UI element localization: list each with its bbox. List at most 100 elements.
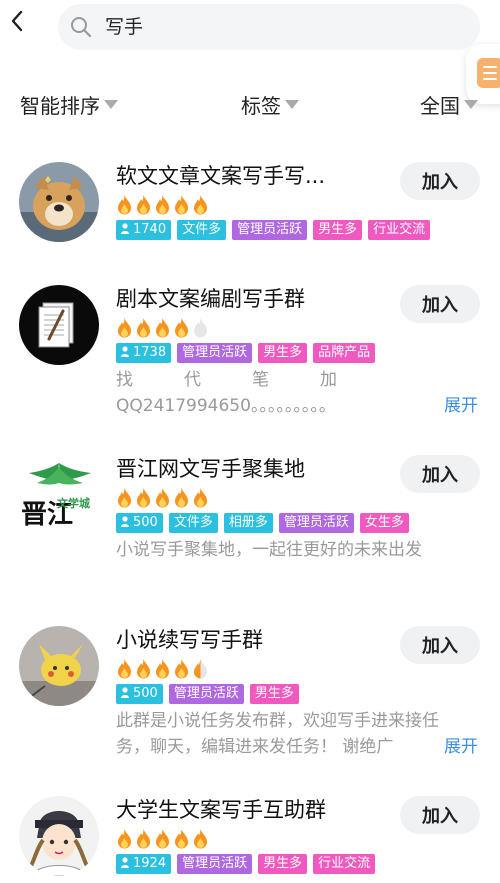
tag-member-count: 1740 (116, 220, 172, 240)
filter-region-label: 全国 (420, 93, 460, 118)
activity-rating (116, 828, 209, 850)
flame-icon-empty (194, 318, 207, 338)
expand-link[interactable]: 展开 (444, 392, 478, 420)
group-description: 此群是小说任务发布群，欢迎写手进来接任 (116, 711, 439, 731)
dropdown-triangle-icon (104, 99, 118, 109)
person-icon (121, 346, 129, 357)
top-bar: 写手 (0, 0, 500, 104)
flame-icon (118, 488, 131, 508)
flame-icon (156, 488, 169, 508)
group-title: 晋江网文写手聚集地 (116, 457, 305, 481)
group-description: 小说写手聚集地，一起往更好的未来出发 (116, 540, 422, 560)
tag-member-count: 500 (116, 684, 163, 704)
flame-icon (137, 195, 150, 215)
flame-icon (175, 318, 188, 338)
search-query: 写手 (105, 16, 144, 38)
tag: 行业交流 (313, 854, 376, 874)
group-avatar (19, 796, 99, 876)
tag-list: 1924 管理员活跃 男生多 行业交流 (116, 854, 376, 874)
person-icon (121, 687, 129, 698)
group-description: 务，聊天，编辑进来发任务！ 谢绝广 (116, 737, 394, 757)
flame-icon (194, 195, 207, 215)
group-title: 剧本文案编剧写手群 (116, 287, 305, 311)
flame-icon (175, 829, 188, 849)
join-button[interactable]: 加入 (400, 796, 480, 834)
chevron-left-icon (11, 10, 23, 32)
tag: 管理员活跃 (232, 220, 308, 240)
join-button[interactable]: 加入 (400, 455, 480, 493)
flame-icon (156, 318, 169, 338)
flame-icon (156, 659, 169, 679)
group-title: 软文文章文案写手写... (116, 164, 326, 188)
flame-icon (118, 195, 131, 215)
flame-icon (118, 659, 131, 679)
tag: 管理员活跃 (168, 684, 244, 704)
person-icon (121, 857, 129, 868)
tag: 男生多 (313, 220, 363, 240)
person-icon (121, 223, 129, 234)
tag-member-count: 500 (116, 513, 163, 533)
filter-sort[interactable]: 智能排序 (20, 86, 118, 122)
join-button[interactable]: 加入 (400, 626, 480, 664)
tag: 行业交流 (368, 220, 431, 240)
activity-rating (116, 487, 209, 509)
filter-tags[interactable]: 标签 (241, 86, 299, 122)
group-description: QQ2417994650。。。。。。。。。 (116, 396, 336, 416)
flame-icon (156, 195, 169, 215)
flame-icon (194, 488, 207, 508)
tag: 男生多 (258, 854, 308, 874)
flame-icon (137, 318, 150, 338)
flame-icon (137, 829, 150, 849)
tag-text: 1740 (133, 222, 167, 237)
tag-text: 500 (133, 686, 158, 701)
tag-text: 1738 (133, 345, 167, 360)
dropdown-triangle-icon (464, 99, 478, 109)
tag: 管理员活跃 (177, 854, 253, 874)
filter-tags-label: 标签 (241, 93, 281, 118)
group-avatar (19, 162, 99, 242)
flame-icon-half (194, 659, 207, 679)
expand-link[interactable]: 展开 (444, 733, 478, 761)
tag-text: 1924 (133, 856, 167, 871)
tag: 品牌产品 (313, 343, 376, 363)
join-button[interactable]: 加入 (400, 162, 480, 200)
tag-member-count: 1738 (116, 343, 172, 363)
group-avatar: 晋江 文学城 (19, 455, 99, 535)
tag: 女生多 (359, 513, 409, 533)
tag-member-count: 1924 (116, 854, 172, 874)
group-description: 找 代 笔 加 (116, 370, 337, 390)
search-icon (71, 17, 92, 38)
group-title: 大学生文案写手互助群 (116, 798, 326, 822)
flame-icon (175, 195, 188, 215)
activity-rating (116, 194, 209, 216)
tag-list: 1738 管理员活跃 男生多 品牌产品 (116, 343, 376, 363)
tag-text: 500 (133, 515, 158, 530)
tag-list: 500 管理员活跃 男生多 (116, 684, 299, 704)
activity-rating (116, 317, 209, 339)
tag-list: 500 文件多 相册多 管理员活跃 女生多 (116, 513, 409, 533)
person-icon (121, 516, 129, 527)
activity-rating (116, 658, 209, 680)
flame-icon (194, 829, 207, 849)
tag-list: 1740 文件多 管理员活跃 男生多 行业交流 (116, 220, 431, 240)
flame-icon (175, 659, 188, 679)
filter-region[interactable]: 全国 (420, 86, 478, 122)
join-button[interactable]: 加入 (400, 285, 480, 323)
tag: 男生多 (249, 684, 299, 704)
back-button[interactable] (4, 6, 30, 36)
avatar-logo-subtext: 文学城 (57, 496, 90, 510)
group-avatar (19, 285, 99, 365)
group-avatar (19, 626, 99, 706)
flame-icon (175, 488, 188, 508)
flame-icon (156, 829, 169, 849)
tag: 文件多 (168, 513, 218, 533)
filter-sort-label: 智能排序 (20, 93, 100, 118)
flame-icon (118, 829, 131, 849)
tag: 男生多 (258, 343, 308, 363)
group-title: 小说续写写手群 (116, 628, 263, 652)
search-input[interactable]: 写手 (58, 4, 480, 50)
tag: 管理员活跃 (278, 513, 354, 533)
list-icon (477, 58, 500, 88)
flame-icon (118, 318, 131, 338)
tag: 相册多 (223, 513, 273, 533)
